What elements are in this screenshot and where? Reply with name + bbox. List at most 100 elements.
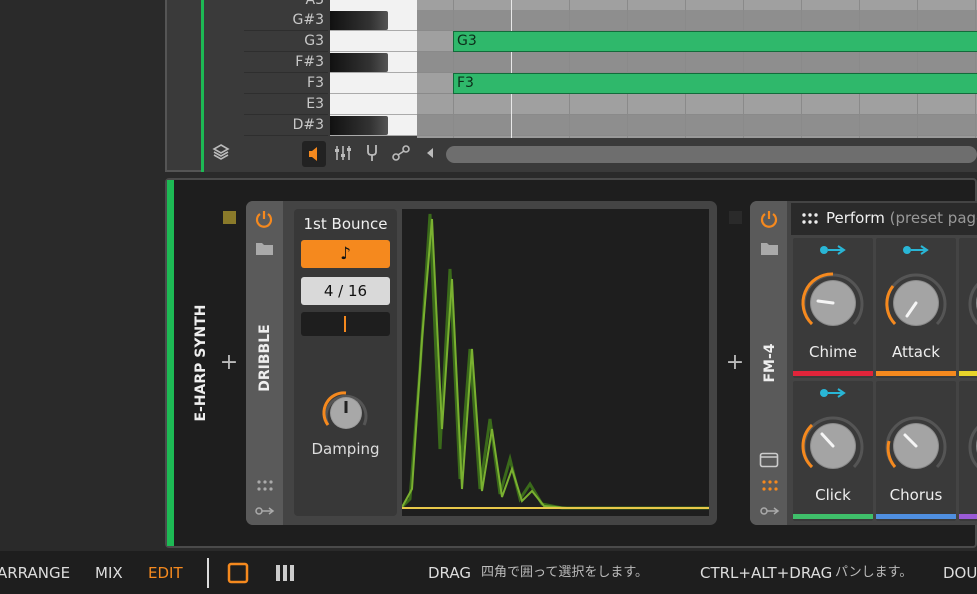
daw-window: A3 G#3 G3 F#3 F3 E3 D#3 G3 F3 E-HARP SYNTH + DR… [0,0,977,594]
add-device-button-2[interactable]: + [725,352,745,374]
parameter-knob[interactable] [964,411,977,481]
white-key[interactable] [330,73,417,94]
modulators-icon[interactable] [255,478,275,492]
automation-icon[interactable] [389,143,413,167]
white-key[interactable] [330,31,417,52]
mixer-icon[interactable] [331,143,355,167]
parameter-knob[interactable] [964,268,977,338]
slider-handle[interactable] [344,316,346,332]
multi-panel-icon[interactable] [274,562,296,584]
parameter-color-bar [793,514,873,519]
parameter-label: Re [959,486,977,506]
key-label: F#3 [244,52,328,73]
key-label: F3 [244,73,328,94]
piano-key-row[interactable]: G3 [244,31,417,52]
track-title: E-HARP SYNTH [193,304,209,422]
divider [207,558,209,588]
midi-note[interactable]: G3 [453,31,977,52]
midi-note[interactable]: F3 [453,73,977,94]
black-key[interactable] [330,53,388,72]
modulators-icon[interactable] [760,478,780,492]
grid-row [417,94,977,115]
parameter-knob[interactable] [798,268,868,338]
piano-key-row[interactable]: F3 [244,73,417,94]
parameter-label: Attack [892,343,940,361]
bounce-graph [400,209,709,516]
note-grid[interactable]: G3 F3 [417,0,977,138]
note-value-button[interactable]: ♪ [301,240,390,268]
grid-beat-line [917,0,918,138]
single-panel-icon[interactable] [227,562,249,584]
grid-row [417,10,977,31]
parameter-label: Chime [809,343,857,361]
parameter-knob[interactable] [881,411,951,481]
modulation-arrow-icon[interactable] [818,386,848,404]
arrange-tab[interactable]: ARRANGE [0,562,70,584]
parameter-color-bar [876,371,956,376]
speaker-button[interactable] [302,141,326,167]
parameter-color-bar [959,371,977,376]
parameter-label: Chorus [889,486,943,504]
mix-tab[interactable]: MIX [95,562,123,584]
track-activator[interactable] [223,211,236,224]
power-icon[interactable] [757,207,781,231]
grid-beat-line [453,0,454,138]
ratio-button[interactable]: 4 / 16 [301,277,390,305]
grid-beat-line [975,0,976,138]
key-label: G#3 [244,10,328,31]
fm4-title: FM-4 [762,343,778,383]
hint-pan-text: パンします。 [835,565,913,580]
black-key[interactable] [330,116,388,135]
parameter-color-bar [793,371,873,376]
damping-knob[interactable] [317,388,375,438]
parameter-knob[interactable] [881,268,951,338]
grid-beat-line [627,0,628,138]
key-label: E3 [244,94,328,115]
grid-row [417,115,977,136]
modulation-arrow-icon[interactable] [901,243,931,261]
tuning-fork-icon[interactable] [360,143,384,167]
horizontal-scrollbar[interactable] [446,146,977,163]
damping-label: Damping [311,440,380,458]
routing-icon[interactable] [760,503,780,517]
grid-beat-line [685,0,686,138]
folder-icon[interactable] [759,240,781,258]
piano-key-row[interactable]: D#3 [244,115,417,136]
piano-key-row[interactable]: E3 [244,94,417,115]
window-icon[interactable] [759,452,779,468]
remote-controls-page-title: Perform (preset page) [826,209,977,227]
hint-drag-text: 四角で囲って選択をします。 [481,565,649,580]
parameter-label: Click [815,486,851,504]
dribble-title: DRIBBLE [257,324,273,392]
grid-beat-line [859,0,860,138]
add-device-button[interactable]: + [219,352,239,374]
grid-beat-line [569,0,570,138]
parameter-color-bar [959,514,977,519]
hint-double-key: DOU [943,564,977,582]
power-icon[interactable] [252,207,276,231]
routing-icon[interactable] [255,503,275,517]
scroll-left-icon[interactable] [418,143,442,167]
folder-icon[interactable] [254,240,276,258]
edit-tab[interactable]: EDIT [148,562,183,584]
device-activator[interactable] [729,211,742,224]
parameter-label: S [959,343,977,363]
hint-pan-key: CTRL+ALT+DRAG [700,564,833,582]
hint-drag-key: DRAG [428,564,471,582]
playhead[interactable] [511,0,512,138]
layers-icon[interactable] [209,143,233,167]
grid-row [417,52,977,73]
grid-beat-line [743,0,744,138]
page-grid-icon[interactable] [801,211,819,225]
track-color-strip [167,180,174,546]
piano-key-row[interactable]: G#3 [244,10,417,31]
parameter-knob[interactable] [798,411,868,481]
black-key[interactable] [330,11,388,30]
modulation-arrow-icon[interactable] [818,243,848,261]
first-bounce-label: 1st Bounce [303,215,388,233]
white-key[interactable] [330,94,417,115]
key-label: G3 [244,31,328,52]
parameter-color-bar [876,514,956,519]
key-label: D#3 [244,115,328,136]
piano-key-row[interactable]: F#3 [244,52,417,73]
